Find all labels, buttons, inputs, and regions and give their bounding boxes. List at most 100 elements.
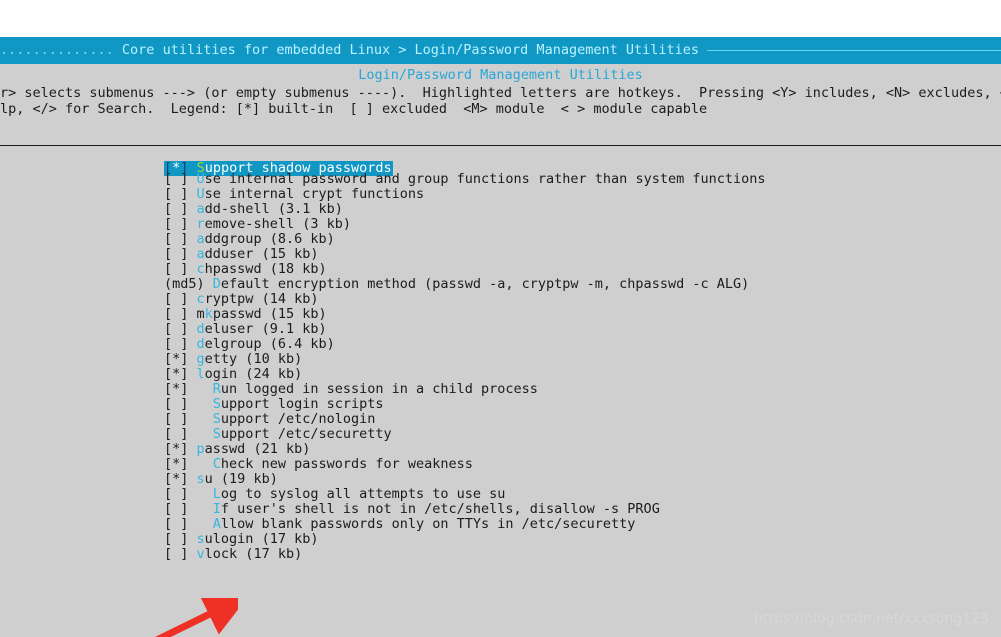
menu-item-label: etty (10 kb): [204, 351, 303, 367]
menu-item[interactable]: [ ] Support /etc/nologin: [164, 412, 765, 427]
menu-row-wrapper: [*] passwd (21 kb): [164, 442, 765, 457]
menu-row-wrapper: [ ] If user's shell is not in /etc/shell…: [164, 502, 765, 517]
menu-item[interactable]: (md5) Default encryption method (passwd …: [164, 277, 765, 292]
menu-item[interactable]: [ ] Log to syslog all attempts to use su: [164, 487, 765, 502]
menu-panel: [*] Support shadow passwords[ ] Use inte…: [0, 146, 1001, 637]
menu-item-indent: [188, 261, 196, 277]
checkbox-indicator: [ ]: [164, 171, 189, 187]
menu-item-label: passwd (15 kb): [212, 306, 327, 322]
menu-item-hotkey: I: [212, 501, 221, 517]
menu-item[interactable]: [*] Run logged in session in a child pro…: [164, 382, 765, 397]
menu-item-hotkey: S: [212, 396, 221, 412]
menu-row-wrapper: [ ] Allow blank passwords only on TTYs i…: [164, 517, 765, 532]
menu-item-hotkey: v: [196, 546, 205, 562]
menu-item-hotkey: S: [212, 426, 221, 442]
menu-item-indent: [188, 321, 196, 337]
menu-item-label: upport /etc/nologin: [220, 411, 376, 427]
checkbox-indicator: [ ]: [164, 231, 189, 247]
menu-item-hotkey: D: [212, 276, 221, 292]
menu-item-hotkey: L: [212, 486, 221, 502]
menu-item[interactable]: [ ] cryptpw (14 kb): [164, 292, 765, 307]
menu-item-hotkey: a: [196, 201, 205, 217]
menu-item[interactable]: [ ] remove-shell (3 kb): [164, 217, 765, 232]
menu-row-wrapper: [ ] add-shell (3.1 kb): [164, 202, 765, 217]
menu-item-indent: [188, 516, 212, 532]
menu-item[interactable]: [ ] vlock (17 kb): [164, 547, 765, 562]
checkbox-indicator: [*]: [164, 471, 189, 487]
menu-item-hotkey: d: [196, 321, 205, 337]
menu-item-label: dd-shell (3.1 kb): [204, 201, 343, 217]
menu-item[interactable]: [*] Check new passwords for weakness: [164, 457, 765, 472]
menu-item[interactable]: [ ] Support /etc/securetty: [164, 427, 765, 442]
menu-item-label: elgroup (6.4 kb): [204, 336, 335, 352]
menu-item[interactable]: [*] passwd (21 kb): [164, 442, 765, 457]
checkbox-indicator: [*]: [164, 456, 189, 472]
checkbox-indicator: [ ]: [164, 246, 189, 262]
menu-item[interactable]: [ ] chpasswd (18 kb): [164, 262, 765, 277]
menu-item[interactable]: [ ] mkpasswd (15 kb): [164, 307, 765, 322]
menu-item-hotkey: k: [204, 306, 213, 322]
menu-item-label: og to syslog all attempts to use su: [220, 486, 506, 502]
menu-item-indent: [188, 186, 196, 202]
help-text-line-1: r> selects submenus ---> (or empty subme…: [0, 85, 1001, 101]
menu-item-indent: [205, 276, 213, 292]
menu-item[interactable]: [ ] add-shell (3.1 kb): [164, 202, 765, 217]
help-text-line-2: lp, </> for Search. Legend: [*] built-in…: [0, 101, 708, 117]
menu-list[interactable]: [*] Support shadow passwords[ ] Use inte…: [164, 157, 765, 562]
checkbox-indicator: [ ]: [164, 321, 189, 337]
menu-item-hotkey: g: [196, 351, 205, 367]
menu-item[interactable]: [ ] Use internal crypt functions: [164, 187, 765, 202]
menu-item-indent: [188, 306, 196, 322]
menu-row-wrapper: [*] getty (10 kb): [164, 352, 765, 367]
menu-item-hotkey: S: [212, 411, 221, 427]
menu-item[interactable]: [*] su (19 kb): [164, 472, 765, 487]
checkbox-indicator: [*]: [164, 351, 189, 367]
menu-item-indent: [188, 291, 196, 307]
checkbox-indicator: [ ]: [164, 216, 189, 232]
menu-item-hotkey: C: [212, 456, 221, 472]
checkbox-indicator: [ ]: [164, 426, 189, 442]
menu-item-hotkey: a: [196, 246, 205, 262]
menu-item[interactable]: [*] getty (10 kb): [164, 352, 765, 367]
checkbox-indicator: [*]: [164, 366, 189, 382]
menu-item[interactable]: [ ] Allow blank passwords only on TTYs i…: [164, 517, 765, 532]
menu-item[interactable]: [*] login (24 kb): [164, 367, 765, 382]
menu-item[interactable]: [ ] deluser (9.1 kb): [164, 322, 765, 337]
menu-item-label: lock (17 kb): [204, 546, 303, 562]
checkbox-indicator: [ ]: [164, 516, 189, 532]
menu-row-wrapper: [*] Check new passwords for weakness: [164, 457, 765, 472]
top-white-strip: [0, 0, 1001, 37]
page-title: Login/Password Management Utilities: [358, 67, 643, 83]
menu-item-hotkey: A: [212, 516, 221, 532]
menu-item-indent: [188, 531, 196, 547]
menu-item-label: u (19 kb): [204, 471, 278, 487]
breadcrumb-path: Core utilities for embedded Linux > Logi…: [113, 42, 708, 58]
help-area: Login/Password Management Utilities r> s…: [0, 64, 1001, 146]
menu-item[interactable]: [ ] If user's shell is not in /etc/shell…: [164, 502, 765, 517]
menu-item-label: ogin (24 kb): [204, 366, 303, 382]
menu-row-wrapper: [ ] Support login scripts: [164, 397, 765, 412]
menu-item[interactable]: [ ] Support login scripts: [164, 397, 765, 412]
menu-item-label: llow blank passwords only on TTYs in /et…: [220, 516, 636, 532]
menu-item[interactable]: [ ] addgroup (8.6 kb): [164, 232, 765, 247]
menu-item-label: asswd (21 kb): [204, 441, 311, 457]
menu-item-hotkey: U: [196, 171, 205, 187]
menu-row-wrapper: [ ] sulogin (17 kb): [164, 532, 765, 547]
menu-item-hotkey: c: [196, 261, 205, 277]
breadcrumb-leading-dots: ..............: [0, 42, 114, 58]
menu-item-hotkey: c: [196, 291, 205, 307]
menu-item-hotkey: l: [196, 366, 205, 382]
menu-item-label: se internal password and group functions…: [204, 171, 766, 187]
menu-item[interactable]: [ ] Use internal password and group func…: [164, 172, 765, 187]
menu-item-indent: [188, 336, 196, 352]
menu-item-indent: [188, 501, 212, 517]
menu-row-wrapper: [ ] adduser (15 kb): [164, 247, 765, 262]
checkbox-indicator: [ ]: [164, 201, 189, 217]
checkbox-indicator: [ ]: [164, 306, 189, 322]
menu-row-wrapper: [ ] chpasswd (18 kb): [164, 262, 765, 277]
menu-item-label: ddgroup (8.6 kb): [204, 231, 335, 247]
menu-item-hotkey: s: [196, 471, 205, 487]
menu-item[interactable]: [ ] delgroup (6.4 kb): [164, 337, 765, 352]
menu-item[interactable]: [ ] sulogin (17 kb): [164, 532, 765, 547]
menu-item[interactable]: [ ] adduser (15 kb): [164, 247, 765, 262]
